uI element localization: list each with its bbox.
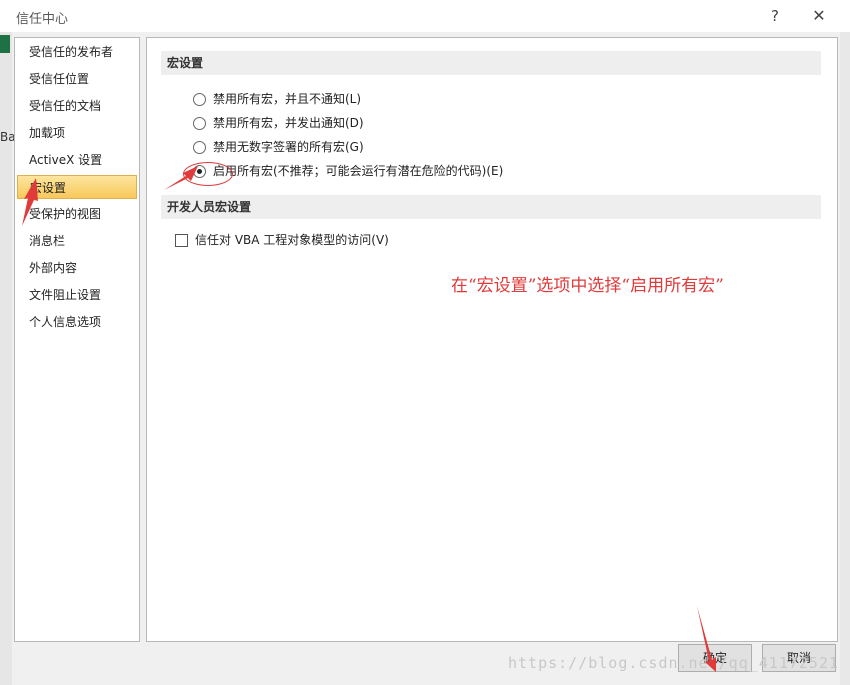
watermark: https://blog.csdn.net/qq_41172521: [508, 654, 840, 672]
sidebar-item-add-ins[interactable]: 加载项: [17, 121, 137, 145]
radio-label: 禁用无数字签署的所有宏(G): [213, 140, 364, 154]
radio-label: 禁用所有宏，并且不通知(L): [213, 92, 362, 106]
sidebar-item-privacy-options[interactable]: 个人信息选项: [17, 310, 137, 334]
excel-background-right: [840, 32, 850, 685]
window-title: 信任中心: [16, 12, 69, 27]
macro-settings-heading: 宏设置: [161, 51, 821, 75]
excel-ribbon-fragment: [0, 35, 10, 53]
category-list: 受信任的发布者 受信任位置 受信任的文档 加载项 ActiveX 设置 宏设置 …: [14, 37, 140, 642]
sidebar-item-macro-settings[interactable]: 宏设置: [17, 175, 137, 199]
developer-settings-heading: 开发人员宏设置: [161, 195, 821, 219]
sidebar-item-trusted-locations[interactable]: 受信任位置: [17, 67, 137, 91]
sidebar-item-file-block[interactable]: 文件阻止设置: [17, 283, 137, 307]
highlight-ellipse: [183, 162, 233, 186]
sidebar-item-trusted-publishers[interactable]: 受信任的发布者: [17, 40, 137, 64]
annotation-text: 在“宏设置”选项中选择“启用所有宏”: [451, 276, 724, 296]
sidebar-item-message-bar[interactable]: 消息栏: [17, 229, 137, 253]
help-button[interactable]: ?: [760, 4, 790, 28]
sidebar-item-trusted-documents[interactable]: 受信任的文档: [17, 94, 137, 118]
vba-access-checkbox[interactable]: [175, 234, 188, 247]
trust-center-dialog: Ba 信任中心 ? ✕ 受信任的发布者 受信任位置 受信任的文档 加载项 Act…: [0, 0, 850, 685]
sidebar-item-external-content[interactable]: 外部内容: [17, 256, 137, 280]
radio-button[interactable]: [193, 117, 206, 130]
title-bar: 信任中心 ? ✕: [0, 0, 850, 32]
sidebar-item-activex[interactable]: ActiveX 设置: [17, 148, 137, 172]
excel-background: [0, 0, 12, 685]
radio-button[interactable]: [193, 141, 206, 154]
radio-label: 启用所有宏(不推荐；可能会运行有潜在危险的代码)(E): [213, 164, 504, 178]
close-button[interactable]: ✕: [804, 4, 834, 28]
settings-panel: 宏设置 禁用所有宏，并且不通知(L) 禁用所有宏，并发出通知(D) 禁用无数字签…: [146, 37, 838, 642]
radio-label: 禁用所有宏，并发出通知(D): [213, 116, 364, 130]
sidebar-item-protected-view[interactable]: 受保护的视图: [17, 202, 137, 226]
radio-button[interactable]: [193, 93, 206, 106]
vba-access-label: 信任对 VBA 工程对象模型的访问(V): [195, 233, 389, 247]
